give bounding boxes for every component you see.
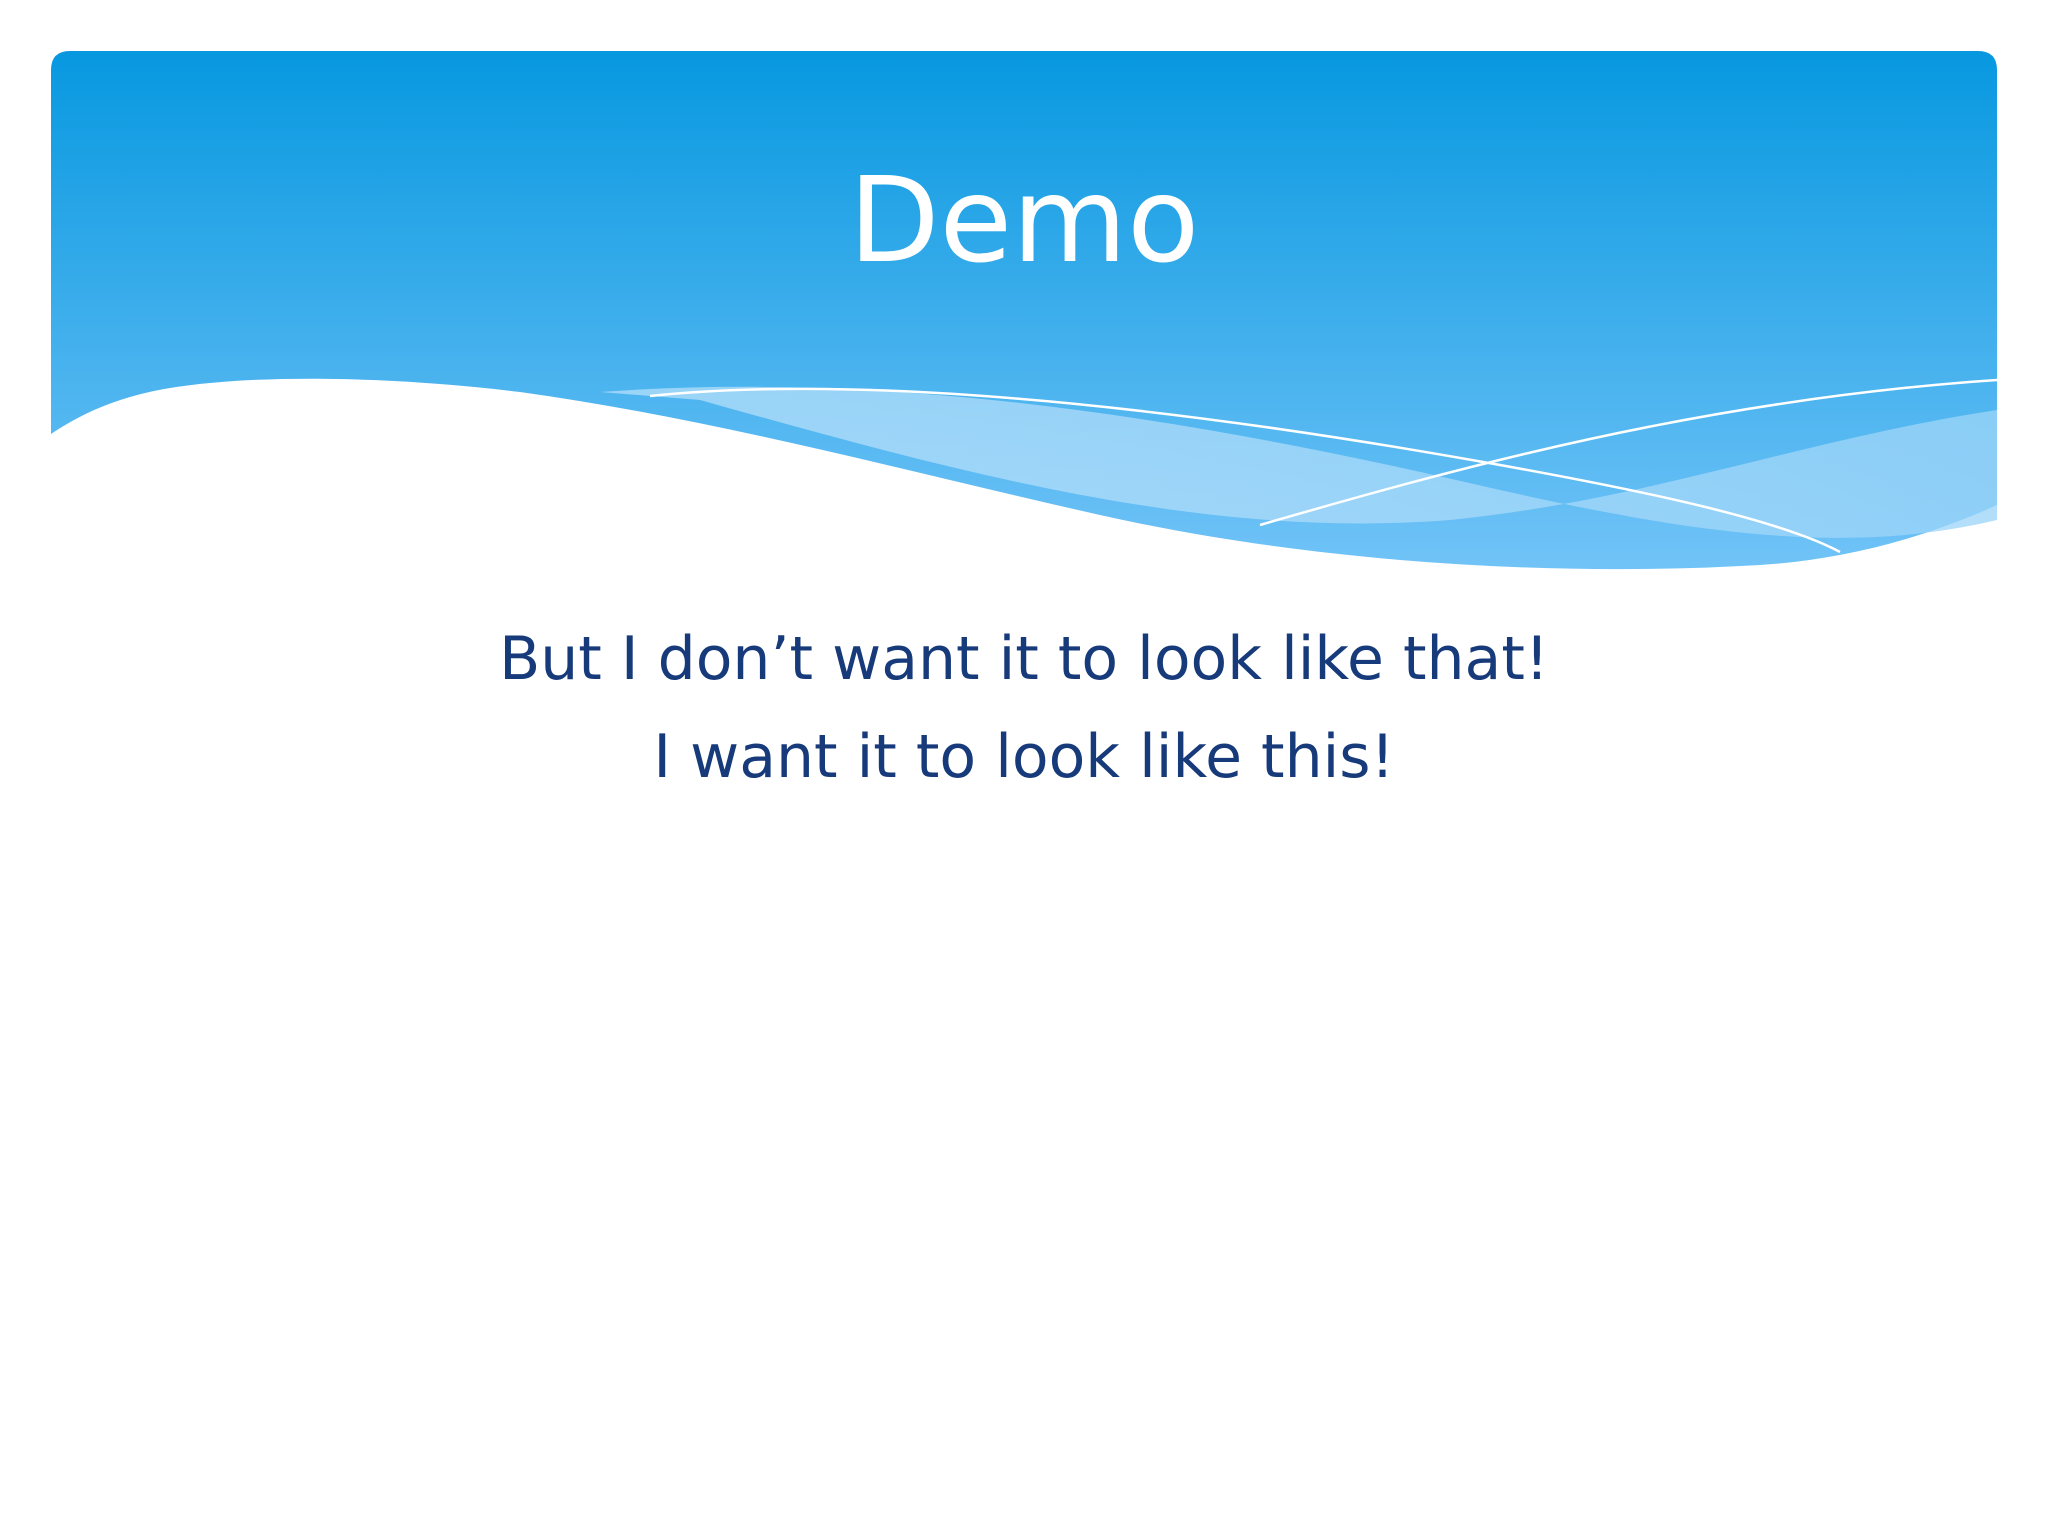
body-line-1: But I don’t want it to look like that!: [499, 624, 1549, 694]
slide-title: Demo: [848, 151, 1200, 289]
header-wave-background: [51, 51, 1998, 570]
body-line-2: I want it to look like this!: [653, 722, 1395, 792]
slide: Demo But I don’t want it to look like th…: [0, 0, 2048, 1536]
body-text: But I don’t want it to look like that! I…: [0, 610, 2048, 806]
